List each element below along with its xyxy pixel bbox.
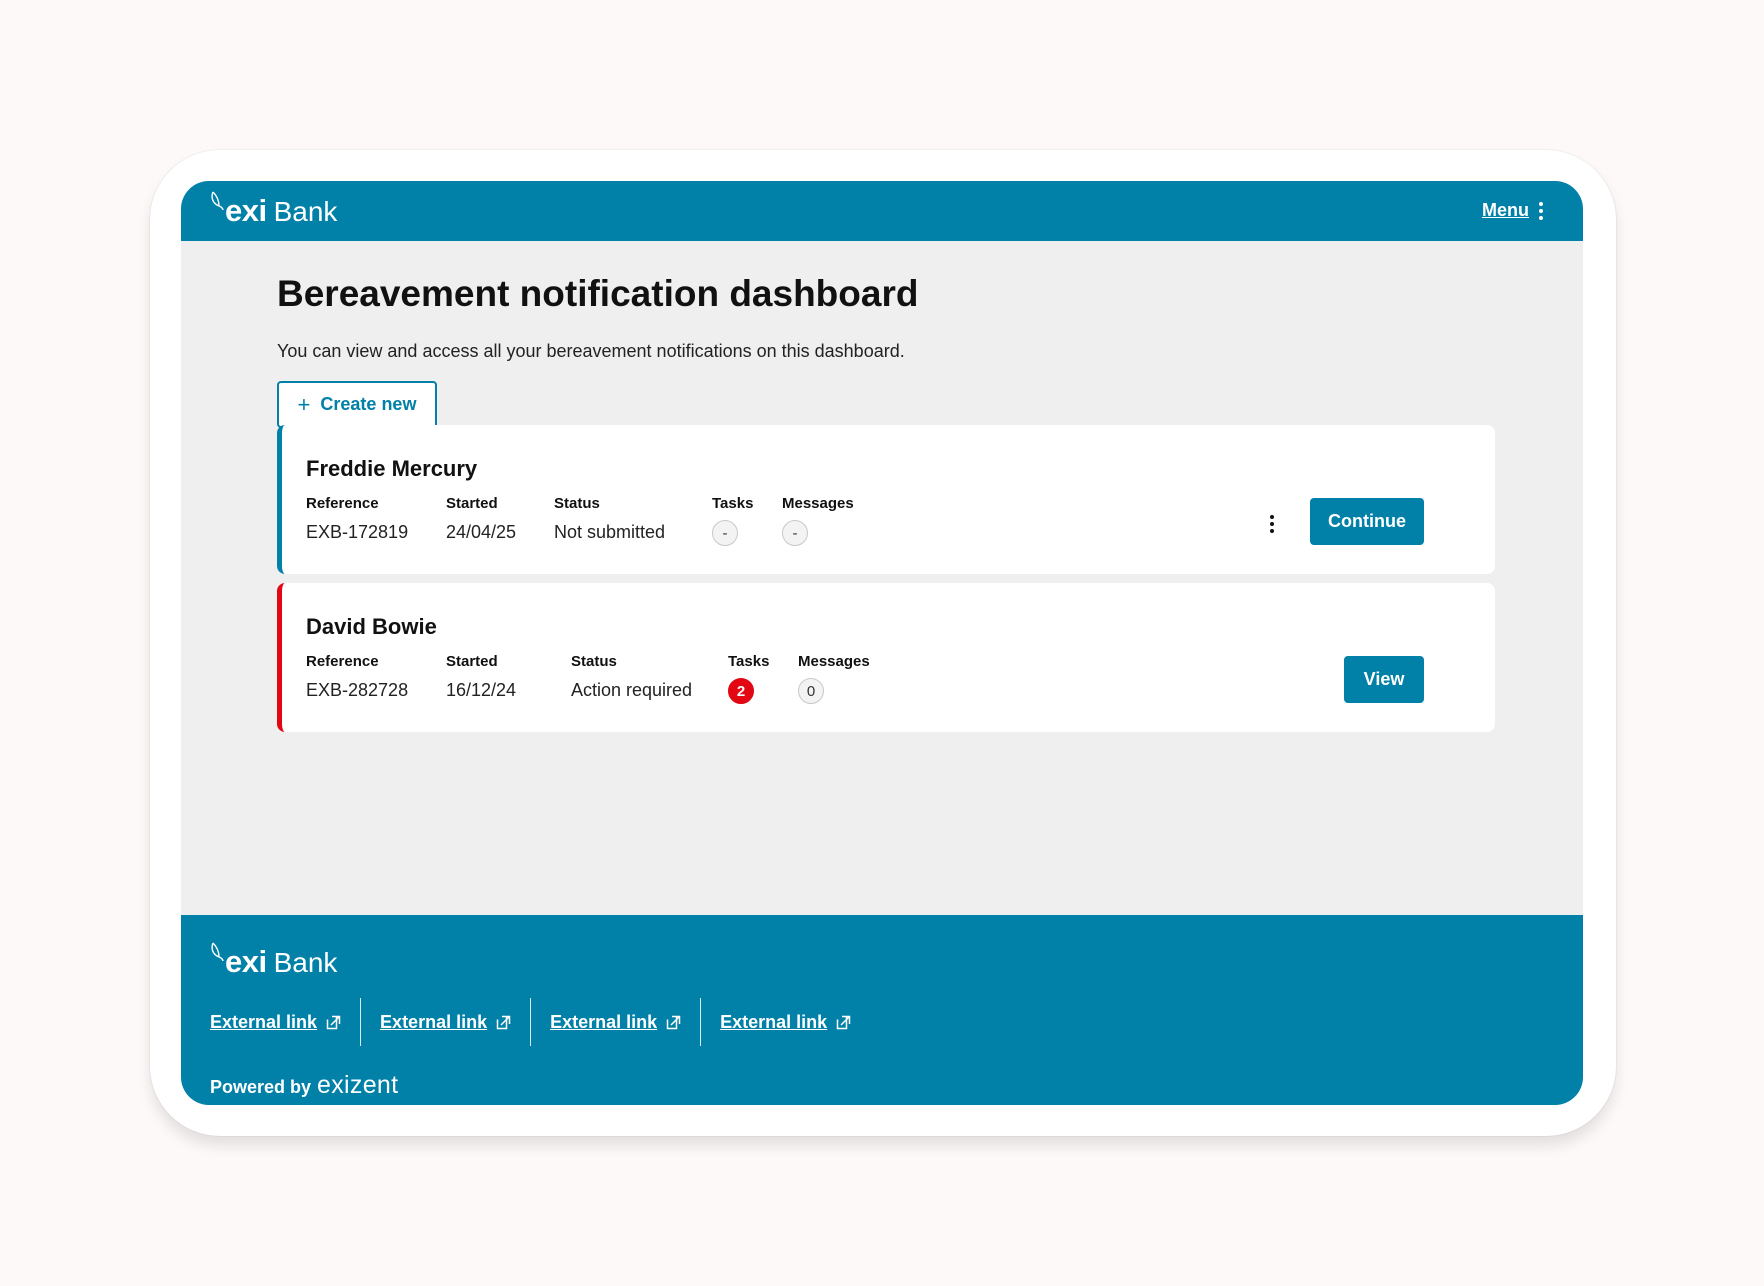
external-link-icon	[666, 1015, 681, 1029]
reference-label: Reference	[306, 653, 379, 670]
kebab-icon	[1539, 201, 1543, 220]
create-new-label: Create new	[320, 394, 417, 414]
menu-button[interactable]: Menu	[1482, 200, 1543, 221]
started-value: 24/04/25	[446, 522, 517, 542]
messages-label: Messages	[782, 495, 854, 512]
status-label: Status	[571, 653, 617, 670]
external-link[interactable]: External link	[530, 998, 700, 1046]
tasks-count-badge: -	[712, 520, 738, 546]
external-link-label: External link	[380, 1011, 488, 1032]
app-screen: exi Bank Menu Bereavement notification d…	[181, 181, 1583, 1105]
logo-name: Bank	[273, 196, 338, 227]
leaf-icon	[211, 942, 224, 962]
status-column: Status Action required	[571, 653, 692, 701]
top-header: exi Bank Menu	[181, 181, 1583, 241]
messages-count-badge: 0	[798, 678, 824, 704]
messages-column: Messages 0	[798, 653, 870, 704]
external-link-label: External link	[720, 1011, 828, 1032]
external-link[interactable]: External link	[360, 998, 530, 1046]
external-link-icon	[836, 1015, 851, 1029]
page-title: Bereavement notification dashboard	[277, 273, 919, 314]
card-name: Freddie Mercury	[306, 456, 478, 481]
status-column: Status Not submitted	[554, 495, 665, 543]
notification-card: David Bowie Reference EXB-282728 Started…	[277, 583, 1495, 732]
messages-count-badge: -	[782, 520, 808, 546]
tasks-column: Tasks 2	[728, 653, 769, 704]
reference-column: Reference EXB-282728	[306, 653, 408, 701]
external-link[interactable]: External link	[700, 998, 870, 1046]
status-label: Status	[554, 495, 600, 512]
kebab-icon	[1270, 515, 1274, 533]
tasks-column: Tasks -	[712, 495, 753, 546]
logo-name: Bank	[273, 947, 338, 978]
started-value: 16/12/24	[446, 680, 517, 700]
view-button[interactable]: View	[1344, 656, 1424, 703]
started-column: Started 16/12/24	[446, 653, 516, 701]
status-value: Action required	[571, 680, 693, 700]
create-new-button[interactable]: + Create new	[277, 381, 437, 428]
footer-links: External link External link External lin…	[210, 998, 870, 1046]
footer-brand-logo[interactable]: exi Bank	[210, 942, 338, 980]
continue-button[interactable]: Continue	[1310, 498, 1424, 545]
reference-column: Reference EXB-172819	[306, 495, 408, 543]
logo-word: exi	[225, 944, 267, 979]
page-subtitle: You can view and access all your bereave…	[277, 341, 905, 361]
plus-icon: +	[297, 391, 311, 417]
logo-word: exi	[225, 193, 267, 228]
powered-by-label: Powered by	[210, 1077, 312, 1097]
reference-label: Reference	[306, 495, 379, 512]
tasks-count-badge: 2	[728, 678, 754, 704]
tasks-label: Tasks	[728, 653, 770, 670]
status-value: Not submitted	[554, 522, 666, 542]
started-column: Started 24/04/25	[446, 495, 516, 543]
external-link-icon	[496, 1015, 511, 1029]
powered-by: Powered by exizent	[210, 1071, 398, 1100]
external-link-label: External link	[210, 1011, 318, 1032]
external-link-icon	[326, 1015, 341, 1029]
reference-value: EXB-172819	[306, 522, 409, 542]
exizent-logo: exizent	[317, 1071, 399, 1099]
started-label: Started	[446, 495, 498, 512]
tasks-label: Tasks	[712, 495, 754, 512]
brand-logo[interactable]: exi Bank	[210, 191, 338, 229]
notification-card: Freddie Mercury Reference EXB-172819 Sta…	[277, 425, 1495, 574]
started-label: Started	[446, 653, 498, 670]
more-options-button[interactable]	[1262, 515, 1282, 533]
leaf-icon	[211, 191, 224, 211]
menu-label: Menu	[1482, 200, 1529, 220]
footer: exi Bank External link External link Ext…	[181, 915, 1583, 1105]
external-link-label: External link	[550, 1011, 658, 1032]
messages-column: Messages -	[782, 495, 854, 546]
external-link[interactable]: External link	[210, 998, 360, 1046]
messages-label: Messages	[798, 653, 870, 670]
card-name: David Bowie	[306, 614, 437, 639]
reference-value: EXB-282728	[306, 680, 409, 700]
